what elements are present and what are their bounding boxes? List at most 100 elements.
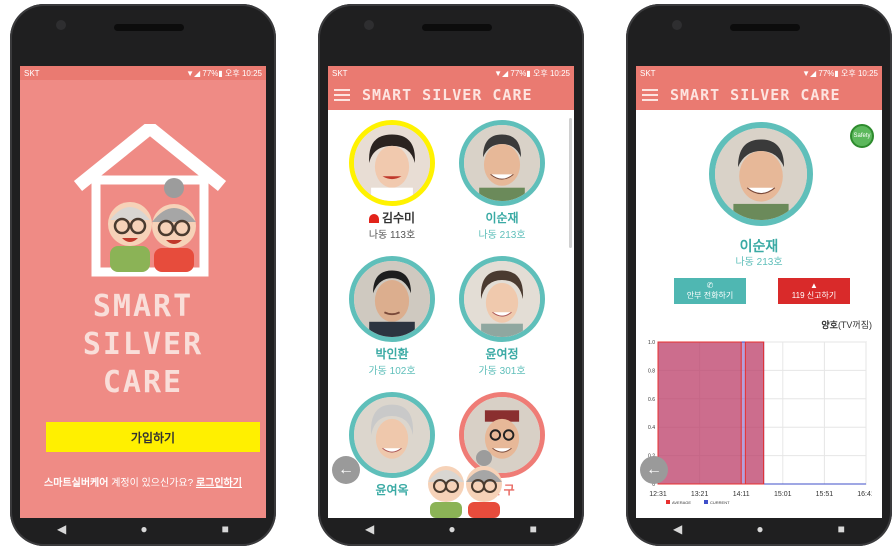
login-prompt-text: 계정이 있으신가요?: [108, 478, 196, 489]
camera: [56, 20, 66, 30]
resident-room: 나동 213호: [478, 230, 526, 241]
series-area-average: [657, 341, 765, 485]
x-tick-label: 16:41: [857, 491, 872, 498]
logo-line-1: SMART: [92, 289, 194, 324]
resident-photo: [709, 122, 813, 226]
resident-photo: [349, 120, 435, 206]
camera: [364, 20, 374, 30]
system-nav-bar: ◀ ● ■: [328, 518, 574, 540]
system-nav-bar: ◀ ● ■: [20, 518, 266, 540]
resident-room: 가동 102호: [368, 366, 416, 377]
resident-name: 박인환: [375, 347, 409, 361]
resident-photo: [459, 256, 545, 342]
camera: [672, 20, 682, 30]
x-tick-label: 15:51: [816, 491, 834, 498]
resident-room: 나동 113호: [368, 230, 416, 241]
safety-shield-icon: Safety: [850, 124, 874, 148]
phone-icon: ✆: [706, 281, 714, 290]
brand-name: 스마트실버케어: [44, 478, 109, 489]
app-header: SMART SILVER CARE: [328, 80, 574, 110]
carrier-label: SKT: [24, 68, 40, 78]
legend-label: AVERAGE: [672, 500, 691, 505]
resident-card[interactable]: 김수미 나동 113호: [346, 120, 438, 241]
x-tick-label: 15:01: [774, 491, 792, 498]
status-bar: SKT ▼◢ 77%▮ 오후 10:25: [636, 66, 882, 80]
carrier-label: SKT: [640, 68, 656, 78]
x-tick-label: 12:31: [649, 491, 667, 498]
login-prompt: 스마트실버케어 계정이 있으신가요? 로그인하기: [20, 474, 266, 489]
app-header: SMART SILVER CARE: [636, 80, 882, 110]
app-title: SMART SILVER CARE: [362, 86, 533, 104]
legend-swatch: [704, 500, 708, 504]
phone-resident-list: SKT ▼◢ 77%▮ 오후 10:25 SMART SILVER CARE 김…: [318, 4, 584, 546]
nav-home-button[interactable]: ●: [140, 522, 147, 536]
call-button-label: 안부 전화하기: [686, 291, 734, 300]
menu-icon[interactable]: [642, 89, 658, 101]
nav-home-button[interactable]: ●: [448, 522, 455, 536]
nav-home-button[interactable]: ●: [756, 522, 763, 536]
login-screen: SKT ▼◢ 77%▮ 오후 10:25 SMART SILVER CARE 가…: [20, 66, 266, 518]
status-indicators: ▼◢ 77%▮ 오후 10:25: [186, 68, 262, 78]
resident-name: 김수미: [346, 209, 438, 226]
resident-photo: [349, 256, 435, 342]
carrier-label: SKT: [332, 68, 348, 78]
alert-siren-icon: [368, 214, 379, 223]
resident-name: 이순재: [485, 211, 519, 225]
speaker: [422, 24, 492, 31]
nav-back-button[interactable]: ◀: [57, 522, 66, 536]
resident-room: 가동 301호: [478, 366, 526, 377]
app-logo-text: SMART SILVER CARE: [20, 288, 266, 402]
back-arrow-button[interactable]: ←: [332, 456, 360, 484]
resident-photo: [459, 120, 545, 206]
x-tick-label: 14:11: [733, 491, 750, 498]
logo-line-3: CARE: [102, 365, 184, 400]
siren-icon: ▲: [810, 281, 818, 290]
legend-swatch: [666, 500, 670, 504]
app-title: SMART SILVER CARE: [670, 86, 841, 104]
activity-chart: 12:31 13:21 14:11 15:01 15:51 16:41 1.0 0.8 0.6 0…: [648, 340, 872, 505]
legend-label: CURRENT: [710, 500, 730, 505]
speaker: [730, 24, 800, 31]
resident-detail-screen: SKT ▼◢ 77%▮ 오후 10:25 SMART SILVER CARE S…: [636, 66, 882, 518]
resident-list-screen: SKT ▼◢ 77%▮ 오후 10:25 SMART SILVER CARE 김…: [328, 66, 574, 518]
nav-back-button[interactable]: ◀: [673, 522, 682, 536]
y-tick-label: 1.0: [648, 340, 655, 346]
scrollbar[interactable]: [569, 118, 572, 248]
nav-recent-button[interactable]: ■: [838, 522, 845, 536]
signup-button[interactable]: 가입하기: [46, 422, 260, 452]
nav-recent-button[interactable]: ■: [530, 522, 537, 536]
resident-card[interactable]: 박인환 가동 102호: [346, 256, 438, 377]
logo-line-2: SILVER: [82, 327, 204, 362]
status-prefix: 양호: [821, 320, 838, 330]
resident-card[interactable]: 윤여정 가동 301호: [456, 256, 548, 377]
login-link[interactable]: 로그인하기: [196, 478, 242, 489]
status-label: 양호(TV꺼짐): [821, 318, 872, 331]
x-tick-label: 13:21: [691, 491, 709, 498]
status-indicators: ▼◢ 77%▮ 오후 10:25: [802, 68, 878, 78]
phone-login: SKT ▼◢ 77%▮ 오후 10:25 SMART SILVER CARE 가…: [10, 4, 276, 546]
resident-grid: 김수미 나동 113호 이순재 나동 213호 박인환 가동 102호 윤여정 …: [328, 110, 574, 518]
y-tick-label: 0.6: [648, 397, 655, 403]
resident-name: 윤여정: [485, 347, 519, 361]
y-tick-label: 0.4: [648, 425, 655, 431]
emergency-119-button[interactable]: ▲ 119 신고하기: [778, 278, 850, 304]
status-indicators: ▼◢ 77%▮ 오후 10:25: [494, 68, 570, 78]
detail-content: Safety 이순재 나동 213호 ✆ 안부 전화하기 ▲ 119 신고하기 …: [636, 110, 882, 518]
call-button[interactable]: ✆ 안부 전화하기: [674, 278, 746, 304]
status-suffix: (TV꺼짐): [837, 320, 872, 330]
back-arrow-button[interactable]: ←: [640, 456, 668, 484]
phone-resident-detail: SKT ▼◢ 77%▮ 오후 10:25 SMART SILVER CARE S…: [626, 4, 892, 546]
elderly-couple-illustration: [428, 450, 502, 518]
resident-room: 나동 213호: [735, 257, 783, 268]
nav-back-button[interactable]: ◀: [365, 522, 374, 536]
menu-icon[interactable]: [334, 89, 350, 101]
app-logo-house: [73, 124, 227, 277]
emergency-button-label: 119 신고하기: [791, 291, 837, 300]
speaker: [114, 24, 184, 31]
system-nav-bar: ◀ ● ■: [636, 518, 882, 540]
resident-card[interactable]: 이순재 나동 213호: [456, 120, 548, 241]
y-tick-label: 0.8: [648, 368, 655, 374]
status-bar: SKT ▼◢ 77%▮ 오후 10:25: [20, 66, 266, 80]
status-bar: SKT ▼◢ 77%▮ 오후 10:25: [328, 66, 574, 80]
nav-recent-button[interactable]: ■: [222, 522, 229, 536]
